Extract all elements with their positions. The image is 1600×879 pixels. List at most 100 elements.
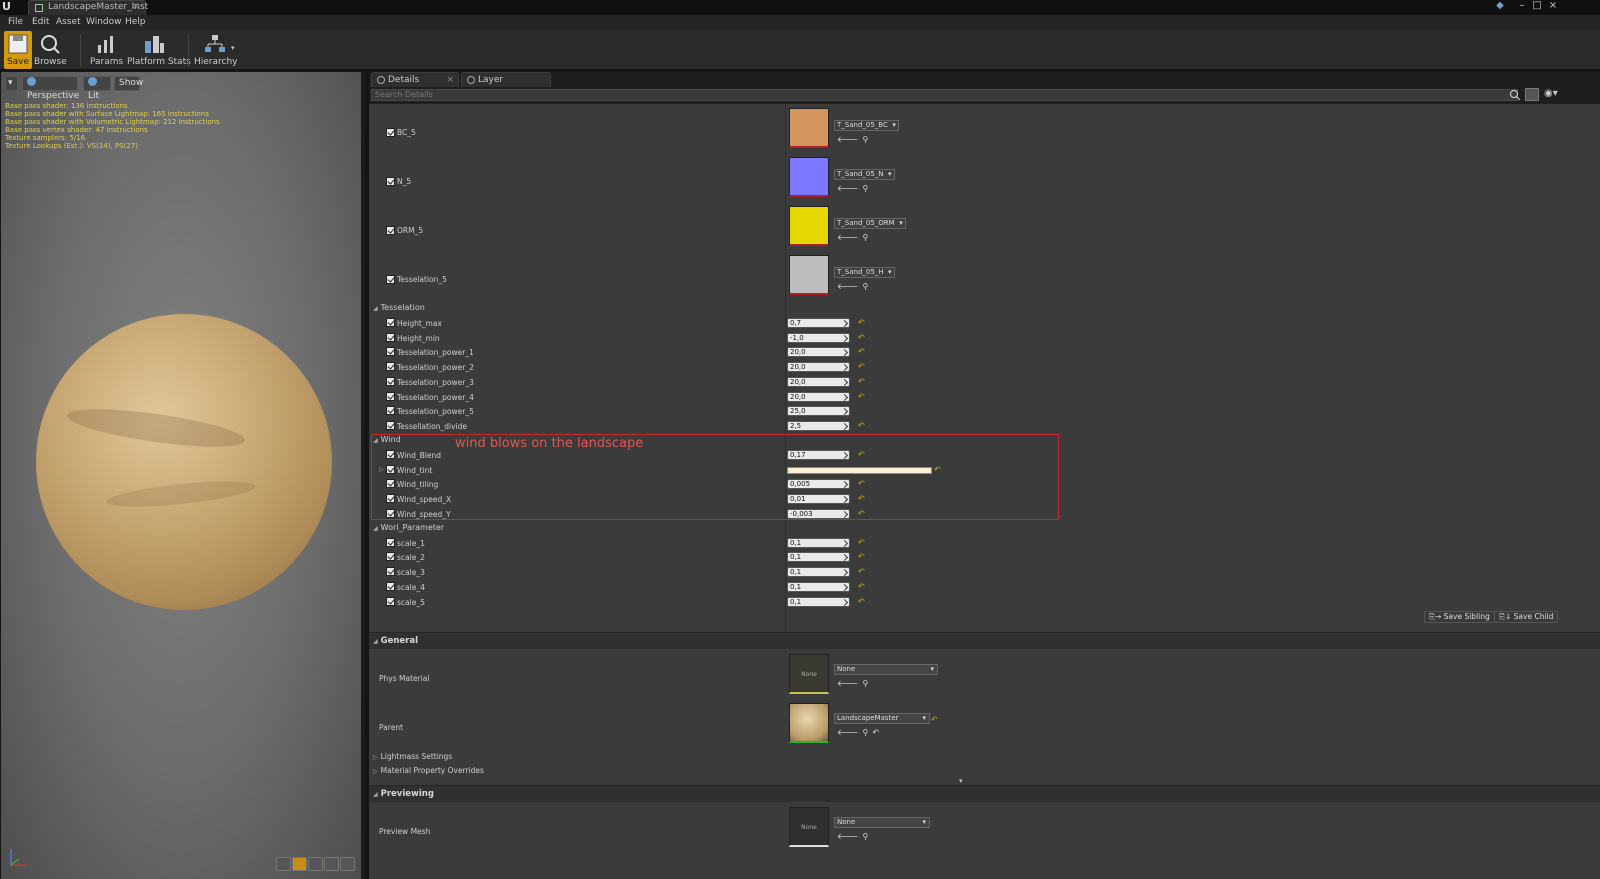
lightmass-settings-category[interactable]: Lightmass Settings [373, 752, 453, 761]
preview-mesh-dropdown[interactable]: None [834, 817, 930, 828]
preview-viewport[interactable]: ▾ Perspective Lit Show Base pass shader:… [1, 72, 365, 879]
override-checkbox[interactable] [386, 128, 395, 137]
reset-icon[interactable]: ↶ [858, 509, 865, 518]
parent-thumbnail[interactable] [789, 703, 829, 743]
number-input[interactable]: 25,0 [787, 406, 850, 416]
view-options-grid-icon[interactable] [1525, 88, 1539, 101]
category-worl-parameter[interactable]: Worl_Parameter [373, 523, 444, 532]
number-input[interactable]: 0,005 [787, 479, 850, 489]
reset-icon[interactable]: ↶ [858, 597, 865, 606]
texture-thumbnail[interactable] [789, 157, 829, 197]
asset-tools[interactable]: 🡐⚲ [837, 281, 872, 291]
category-wind[interactable]: Wind [373, 435, 401, 444]
reset-icon[interactable]: ↶ [858, 362, 865, 371]
save-button[interactable]: Save [4, 31, 32, 69]
number-input[interactable]: 0,1 [787, 597, 850, 607]
override-checkbox[interactable] [386, 275, 395, 284]
plane-preview-icon[interactable] [308, 857, 323, 871]
texture-asset-dropdown[interactable]: T_Sand_05_ORM [834, 218, 906, 229]
reset-icon[interactable]: ↶ [858, 377, 865, 386]
show-button[interactable]: Show [114, 76, 143, 91]
override-checkbox[interactable] [386, 597, 395, 606]
texture-thumbnail[interactable] [789, 255, 829, 295]
parent-dropdown[interactable]: LandscapeMaster [834, 713, 930, 724]
reset-icon[interactable]: ↶ [858, 479, 865, 488]
reset-icon[interactable]: ↶ [934, 465, 941, 474]
number-input[interactable]: 20,0 [787, 347, 850, 357]
sphere-preview-icon[interactable] [292, 857, 307, 871]
material-property-overrides-category[interactable]: Material Property Overrides [373, 766, 484, 775]
reset-icon[interactable]: ↶ [858, 582, 865, 591]
close-tab-icon[interactable]: × [132, 1, 140, 12]
number-input[interactable]: 0,1 [787, 567, 850, 577]
reset-icon[interactable]: ↶ [858, 538, 865, 547]
mesh-preview-icon[interactable] [340, 857, 355, 871]
advanced-expand-icon[interactable]: ▾ [959, 777, 963, 785]
number-input[interactable]: 0,1 [787, 552, 850, 562]
reset-icon[interactable]: ↶ [858, 347, 865, 356]
override-checkbox[interactable] [386, 226, 395, 235]
platform-stats-button[interactable]: Platform Stats [127, 31, 191, 69]
asset-tools[interactable]: 🡐⚲ [837, 183, 872, 193]
close-window-icon[interactable]: × [1546, 0, 1560, 11]
number-input[interactable]: 20,0 [787, 362, 850, 372]
hierarchy-button[interactable]: Hierarchy [194, 31, 238, 69]
number-input[interactable]: 20,0 [787, 377, 850, 387]
asset-tools[interactable]: 🡐⚲ [837, 232, 872, 242]
number-input[interactable]: -0,003 [787, 509, 850, 519]
tab-details[interactable]: Details × [371, 72, 459, 87]
visibility-eye-icon[interactable]: ◉▾ [1544, 88, 1558, 99]
reset-icon[interactable]: ↶ [858, 450, 865, 459]
texture-asset-dropdown[interactable]: T_Sand_05_N [834, 169, 895, 180]
menu-asset[interactable]: Asset [56, 17, 81, 27]
override-checkbox[interactable] [386, 552, 395, 561]
color-swatch[interactable] [787, 467, 932, 474]
texture-thumbnail[interactable] [789, 206, 829, 246]
cube-preview-icon[interactable] [324, 857, 339, 871]
number-input[interactable]: 20,0 [787, 392, 850, 402]
save-child-button[interactable]: ⎘↓ Save Child [1494, 611, 1559, 623]
reset-icon[interactable]: ↶ [858, 552, 865, 561]
override-checkbox[interactable] [386, 347, 395, 356]
asset-tools[interactable]: 🡐⚲ [837, 134, 872, 144]
close-details-tab-icon[interactable]: × [446, 73, 454, 87]
reset-icon[interactable]: ↶ [858, 494, 865, 503]
number-input[interactable]: 0,1 [787, 582, 850, 592]
expand-icon[interactable]: ▷ [379, 466, 384, 473]
maximize-icon[interactable]: □ [1530, 0, 1544, 11]
reset-icon[interactable]: ↶ [858, 421, 865, 430]
params-button[interactable]: Params [90, 31, 123, 69]
override-checkbox[interactable] [386, 538, 395, 547]
tab-layer-parameters[interactable]: Layer Parameters [461, 72, 551, 99]
asset-tools[interactable]: 🡐⚲ [837, 678, 872, 688]
cylinder-preview-icon[interactable] [276, 857, 291, 871]
override-checkbox[interactable] [386, 465, 395, 474]
phys-material-thumbnail[interactable]: None [789, 654, 829, 694]
number-input[interactable]: 0,17 [787, 450, 850, 460]
perspective-button[interactable]: Perspective [22, 76, 79, 101]
lit-button[interactable]: Lit [83, 76, 111, 101]
texture-asset-dropdown[interactable]: T_Sand_05_BC [834, 120, 899, 131]
number-input[interactable]: 0,7 [787, 318, 850, 328]
override-checkbox[interactable] [386, 509, 395, 518]
override-checkbox[interactable] [386, 392, 395, 401]
texture-asset-dropdown[interactable]: T_Sand_05_H [834, 267, 895, 278]
override-checkbox[interactable] [386, 450, 395, 459]
phys-material-dropdown[interactable]: None [834, 664, 938, 675]
number-input[interactable]: 0,01 [787, 494, 850, 504]
override-checkbox[interactable] [386, 406, 395, 415]
menu-file[interactable]: File [8, 17, 23, 27]
override-checkbox[interactable] [386, 318, 395, 327]
category-tesselation[interactable]: Tesselation [373, 303, 425, 312]
number-input[interactable]: 0,1 [787, 538, 850, 548]
override-checkbox[interactable] [386, 582, 395, 591]
hierarchy-dropdown-icon[interactable]: ▾ [231, 44, 235, 52]
override-checkbox[interactable] [386, 333, 395, 342]
reset-icon[interactable]: ↶ [858, 567, 865, 576]
menu-window[interactable]: Window [86, 17, 122, 27]
asset-tools[interactable]: 🡐⚲ [837, 831, 872, 841]
reset-icon[interactable]: ↶ [858, 318, 865, 327]
override-checkbox[interactable] [386, 421, 395, 430]
reset-icon[interactable]: ↶ [858, 392, 865, 401]
save-sibling-button[interactable]: ⎘→ Save Sibling [1424, 611, 1495, 623]
